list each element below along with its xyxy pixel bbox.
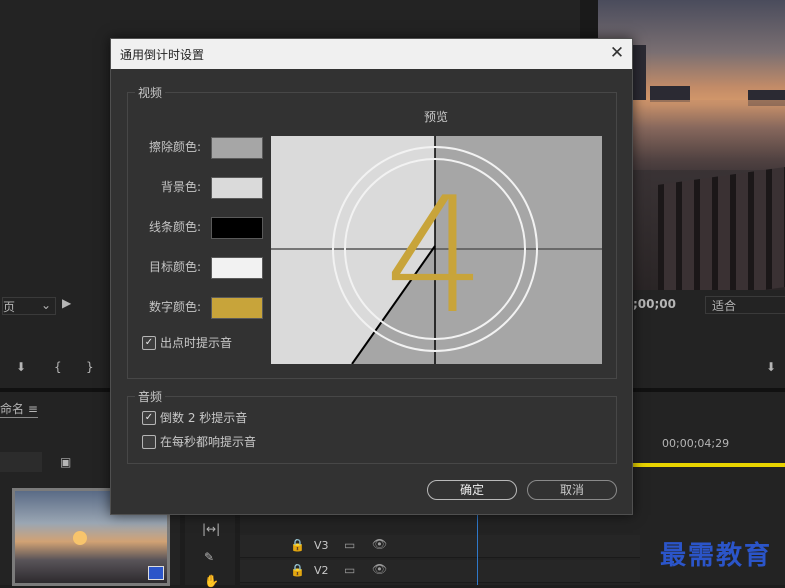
cue-2sec-check-icon: ✓ [142,411,156,425]
countdown-preview: 4 [271,136,602,364]
color-row-label: 线条颜色: [148,220,201,234]
cue-every-sec-check-icon [142,435,156,449]
pen-tool-icon[interactable]: ✎ [204,550,214,564]
source-page-dropdown[interactable]: 页 ⌄ [2,297,56,315]
film-icon[interactable]: ▭ [344,563,355,577]
cue-at-out-check-icon: ✓ [142,336,156,350]
color-swatch[interactable] [211,217,263,239]
program-marker-icon[interactable]: ⬇ [766,360,776,374]
color-swatch[interactable] [211,297,263,319]
ok-button[interactable]: 确定 [427,480,517,500]
in-point-icon[interactable]: { [54,360,62,374]
audio-group-label: 音频 [135,388,166,405]
cue-2sec-label: 倒数 2 秒提示音 [160,411,248,425]
source-page-label: 页 [3,300,16,314]
preview-label: 预览 [424,110,449,124]
timeline-timecode-ruler: 00;00;04;29 [662,437,730,450]
chevron-down-icon: ⌄ [40,298,51,312]
out-point-icon[interactable]: } [86,360,94,374]
cue-every-sec-label: 在每秒都响提示音 [160,435,257,449]
audio-group [127,396,617,464]
dialog-titlebar: 通用倒计时设置 ✕ [111,39,632,69]
eye-icon[interactable]: 👁 [372,562,387,576]
cue-at-out-label: 出点时提示音 [160,336,233,350]
video-group-label: 视频 [135,84,166,101]
track-label: V2 [314,564,329,577]
dialog-title: 通用倒计时设置 [120,48,205,62]
countdown-settings-dialog: 通用倒计时设置 ✕ 视频 预览 擦除颜色: 背景色: 线条颜色: 目标颜色: 数字颜色:… [110,38,633,515]
preview-digit: 4 [384,162,486,349]
track-label: V3 [314,539,329,552]
color-row-label: 擦除颜色: [148,140,201,154]
new-bin-icon[interactable]: ▣ [60,455,71,469]
color-row-label: 背景色: [160,180,201,194]
color-swatch[interactable] [211,177,263,199]
play-arrow-icon[interactable]: ▶ [62,296,71,310]
project-tab-label: 命名 [0,402,25,416]
color-swatch[interactable] [211,137,263,159]
lock-icon[interactable]: 🔒 [290,563,305,577]
project-tab[interactable]: 命名 ≡ [0,400,38,418]
cancel-button[interactable]: 取消 [527,480,617,500]
clip-badge-icon [148,566,164,580]
color-row-label: 数字颜色: [148,300,201,314]
marker-icon[interactable]: ⬇ [16,360,26,374]
ripple-edit-icon[interactable]: |↔| [202,522,220,536]
eye-icon[interactable]: 👁 [372,537,387,551]
program-timecode: ;00;00 [633,297,676,311]
color-row-label: 目标颜色: [148,260,201,274]
fit-dropdown[interactable]: 适合 [705,296,785,314]
track-row-v3: 🔒 V3 ▭ 👁 [240,535,640,558]
close-icon[interactable]: ✕ [607,42,627,64]
menu-icon: ≡ [27,402,38,416]
hand-tool-icon[interactable]: ✋ [204,574,219,588]
project-search-input[interactable] [0,452,42,472]
color-swatch[interactable] [211,257,263,279]
lock-icon[interactable]: 🔒 [290,538,305,552]
track-row-v2: 🔒 V2 ▭ 👁 [240,560,640,583]
fit-label: 适合 [712,299,737,313]
film-icon[interactable]: ▭ [344,538,355,552]
watermark-logo: 最需教育 [660,541,773,571]
